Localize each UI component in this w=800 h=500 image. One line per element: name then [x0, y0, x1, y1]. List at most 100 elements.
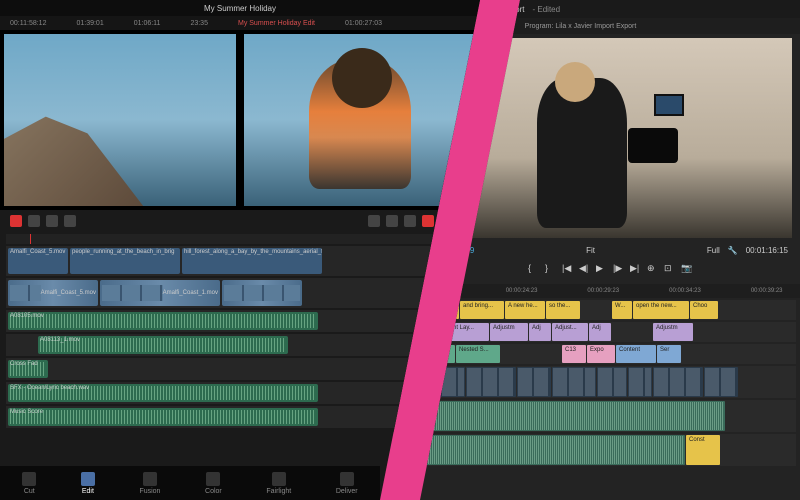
export-frame-icon[interactable]: 📷 [681, 263, 692, 274]
timecode-bar: 00:00:33:09 Fit Full 🔧 00:01:16:15 [420, 242, 800, 258]
adjustment-clip[interactable]: Adjustm [653, 323, 693, 341]
caption-track: s on ... and bring... A new he... so the… [424, 300, 796, 320]
page-tabs: Cut Edit Fusion Color Fairlight Deliver [0, 466, 380, 500]
video-track-1: Amalfi_Coast_5.mov Amalfi_Coast_1.mov [6, 278, 474, 308]
scale-dropdown[interactable]: Full [707, 246, 720, 255]
source-timecode: 00:11:58:12 [10, 20, 46, 27]
page-deliver[interactable]: Deliver [336, 472, 358, 495]
playhead-icon[interactable] [10, 215, 22, 227]
video-clip[interactable]: Amalfi_Coast_5.mov [8, 280, 98, 306]
audio-track-1: A08105.mov [6, 310, 474, 332]
video-track-2: Amalfi_Coast_5.mov people_running_at_the… [6, 246, 474, 276]
caption-clip[interactable]: open the new... [633, 301, 689, 319]
video-clip[interactable]: hill_forest_along_a_bay_by_the_mountains… [182, 248, 322, 274]
project-label: My Summer Holiday Edit [238, 20, 315, 27]
overwrite-icon[interactable]: ⊡ [664, 263, 675, 274]
audio-clip[interactable]: Cross Fad [8, 360, 48, 378]
step-back-icon[interactable]: ◀| [579, 263, 590, 274]
edit-icon [81, 472, 95, 486]
record-timecode: 01:06:11 [134, 20, 161, 27]
graphics-clip[interactable]: Ser [657, 345, 681, 363]
time-ruler[interactable]: 00:00:19:2300:00:24:2300:00:29:2300:00:3… [420, 284, 800, 298]
graphics-clip[interactable]: Expo [587, 345, 615, 363]
video-clip[interactable] [653, 367, 703, 397]
video-clip[interactable] [517, 367, 551, 397]
graphics-clip[interactable]: Nested S... [456, 345, 500, 363]
window-title: My Summer Holiday [0, 0, 480, 16]
graphics-clip[interactable]: Content [616, 345, 656, 363]
adjustment-track: Adjustment Lay... Adjustm Adj Adjust... … [424, 322, 796, 342]
adjustment-clip[interactable]: Adjustm [490, 323, 528, 341]
caption-clip[interactable]: W... [612, 301, 632, 319]
mark-out-icon[interactable]: } [545, 263, 556, 274]
step-fwd-icon[interactable]: |▶ [613, 263, 624, 274]
page-cut[interactable]: Cut [22, 472, 36, 495]
audio-track-3: Cross Fad [6, 358, 474, 380]
source-viewer[interactable] [4, 34, 236, 206]
graphics-clip[interactable]: C13 [562, 345, 586, 363]
snap-icon[interactable] [64, 215, 76, 227]
video-clip[interactable] [552, 367, 596, 397]
program-viewer[interactable] [244, 34, 476, 206]
edit-toolbar [0, 210, 480, 232]
insert-icon[interactable]: ⊕ [647, 263, 658, 274]
program-timecode: 01:00:27:03 [345, 20, 382, 27]
caption-clip[interactable]: so the... [546, 301, 580, 319]
wrench-icon[interactable]: 🔧 [728, 246, 738, 255]
adjustment-clip[interactable]: Adj [589, 323, 611, 341]
page-color[interactable]: Color [205, 472, 222, 495]
audio-clip[interactable]: A08105.mov [8, 312, 318, 330]
audio-clip[interactable]: SFX - Ocean/Lyric beach.wav [8, 384, 318, 402]
caption-clip[interactable]: and bring... [460, 301, 504, 319]
fusion-icon [143, 472, 157, 486]
audio-track-2: Const [424, 434, 796, 466]
video-track-1 [424, 366, 796, 398]
audio-clip[interactable] [425, 435, 685, 465]
play-icon[interactable]: ▶ [596, 263, 607, 274]
transport-controls: { } |◀ ◀| ▶ |▶ ▶| ⊕ ⊡ 📷 [420, 258, 800, 278]
graphics-track: Edit Nested S... C13 Expo Content Ser [424, 344, 796, 364]
cut-icon [22, 472, 36, 486]
video-clip[interactable] [466, 367, 516, 397]
dual-viewer [0, 30, 480, 210]
fit-dropdown[interactable]: Fit [586, 246, 595, 255]
video-clip[interactable] [628, 367, 652, 397]
video-clip[interactable] [704, 367, 738, 397]
video-clip[interactable] [222, 280, 302, 306]
play-icon[interactable] [422, 215, 434, 227]
audio-clip[interactable] [425, 401, 725, 431]
play-reverse-icon[interactable] [386, 215, 398, 227]
prev-edit-icon[interactable] [368, 215, 380, 227]
audio-track-2: A08113_1.mov [6, 334, 474, 356]
caption-clip[interactable]: A new he... [505, 301, 545, 319]
color-icon [206, 472, 220, 486]
page-fairlight[interactable]: Fairlight [266, 472, 291, 495]
stop-icon[interactable] [404, 215, 416, 227]
camera-prop [628, 128, 678, 163]
viewer-info-bar: 00:11:58:12 01:39:01 01:06:11 23:35 My S… [0, 16, 480, 30]
adjustment-clip[interactable]: Adjust... [552, 323, 588, 341]
audio-clip[interactable]: Music Score [8, 408, 318, 426]
video-clip[interactable]: people_running_at_the_beach_in_brig [70, 248, 180, 274]
go-to-out-icon[interactable]: ▶| [630, 263, 641, 274]
mark-in-icon[interactable]: { [528, 263, 539, 274]
link-icon[interactable] [28, 215, 40, 227]
video-clip[interactable] [597, 367, 627, 397]
time-ruler[interactable] [6, 234, 474, 244]
adjustment-clip[interactable]: Adj [529, 323, 551, 341]
program-tab[interactable]: Program: Lila x Javier Import Export [525, 23, 637, 30]
page-fusion[interactable]: Fusion [139, 472, 160, 495]
video-clip[interactable]: Amalfi_Coast_1.mov [100, 280, 220, 306]
lock-icon[interactable] [46, 215, 58, 227]
page-edit[interactable]: Edit [81, 472, 95, 495]
fairlight-icon [272, 472, 286, 486]
monitor-prop [654, 94, 684, 116]
go-to-in-icon[interactable]: |◀ [562, 263, 573, 274]
video-clip[interactable]: Amalfi_Coast_5.mov [8, 248, 68, 274]
timeline[interactable]: s on ... and bring... A new he... so the… [420, 298, 800, 470]
source-duration: 01:39:01 [76, 20, 103, 27]
audio-clip[interactable]: Const [686, 435, 720, 465]
duration-timecode: 00:01:16:15 [746, 246, 788, 255]
audio-clip[interactable]: A08113_1.mov [38, 336, 288, 354]
caption-clip[interactable]: Choo [690, 301, 718, 319]
